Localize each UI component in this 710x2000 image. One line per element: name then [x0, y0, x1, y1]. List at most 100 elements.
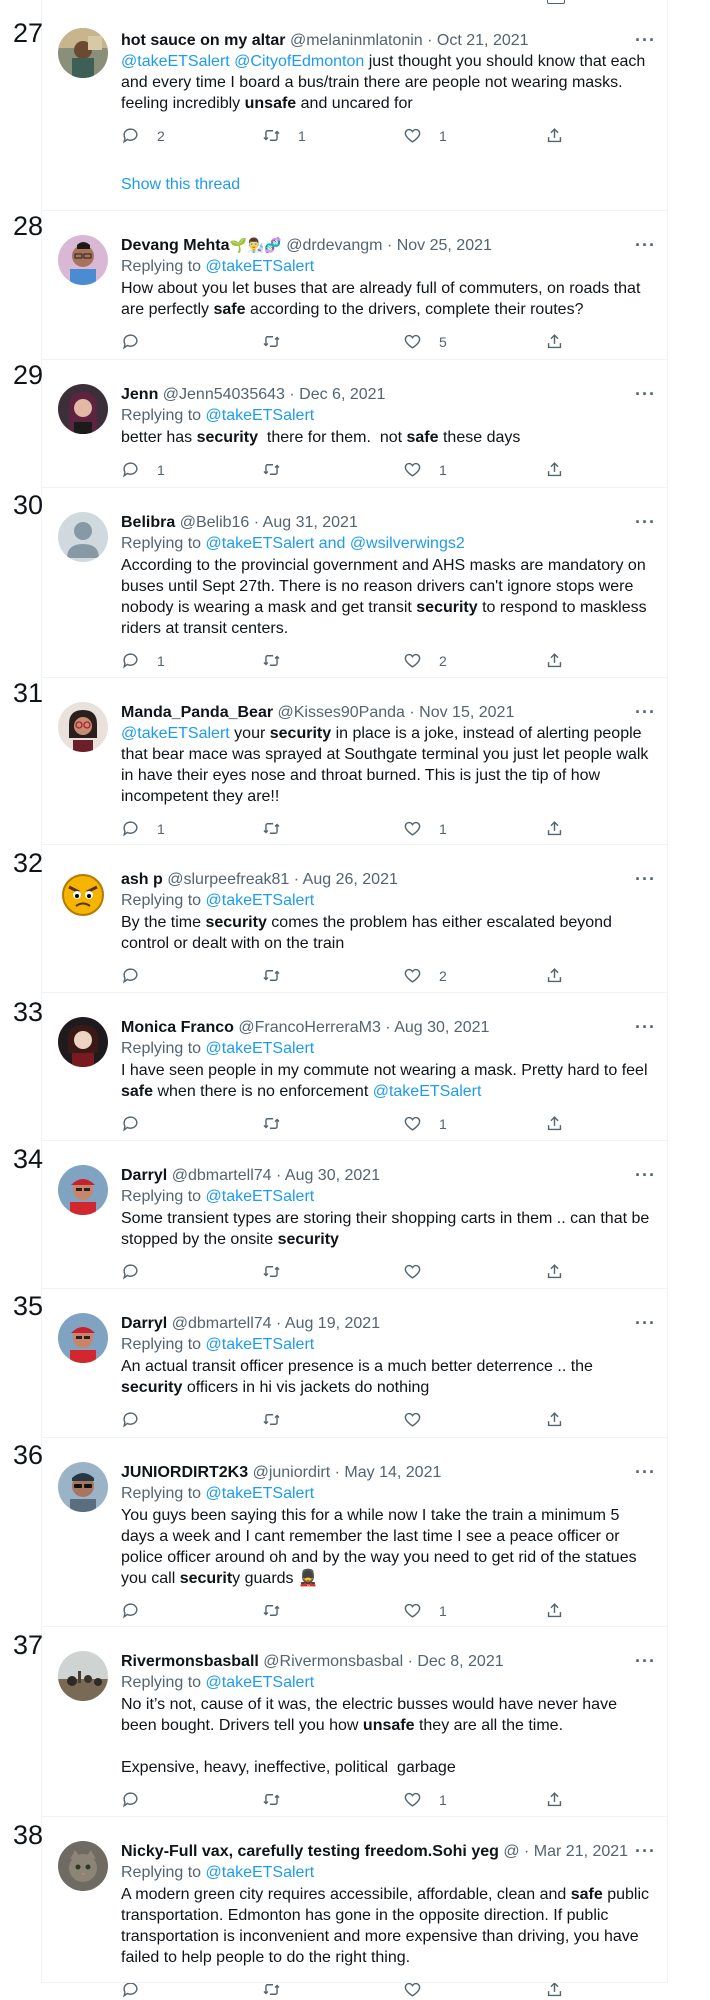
share-button[interactable]: [545, 651, 564, 670]
reply-button[interactable]: [121, 1262, 140, 1281]
tweet-date[interactable]: Aug 31, 2021: [263, 514, 358, 531]
tweet-date[interactable]: Aug 30, 2021: [285, 1167, 380, 1184]
replying-to-mention[interactable]: @takeETSalert: [206, 1040, 315, 1057]
show-thread-link[interactable]: Show this thread: [121, 176, 656, 194]
more-options-icon[interactable]: ···: [635, 1462, 656, 1483]
more-options-icon[interactable]: ···: [635, 1651, 656, 1672]
handle[interactable]: @slurpeefreak81: [163, 871, 289, 888]
display-name[interactable]: Darryl: [121, 1167, 167, 1184]
handle[interactable]: @Kisses90Panda: [273, 704, 405, 721]
retweet-button[interactable]: [262, 1601, 281, 1620]
like-button[interactable]: [403, 1410, 422, 1429]
display-name[interactable]: Belibra: [121, 514, 175, 531]
handle[interactable]: @: [499, 1843, 519, 1860]
more-options-icon[interactable]: ···: [635, 1841, 656, 1862]
avatar[interactable]: [58, 1017, 108, 1067]
handle[interactable]: @juniordirt: [248, 1464, 331, 1481]
display-name[interactable]: Rivermonsbasball: [121, 1653, 259, 1670]
tweet-date[interactable]: Nov 25, 2021: [397, 237, 492, 254]
more-options-icon[interactable]: ···: [635, 869, 656, 890]
like-button[interactable]: 1: [403, 460, 447, 479]
tweet[interactable]: 31 Manda_Panda_Bear @Kisses90Panda · Nov …: [0, 678, 710, 845]
tweet-date[interactable]: Dec 8, 2021: [417, 1653, 503, 1670]
more-options-icon[interactable]: ···: [635, 30, 656, 51]
tweet-date[interactable]: Aug 30, 2021: [394, 1019, 489, 1036]
display-name[interactable]: Devang Mehta: [121, 237, 229, 254]
reply-button[interactable]: [121, 1114, 140, 1133]
share-button[interactable]: [545, 1601, 564, 1620]
avatar[interactable]: [58, 28, 108, 78]
more-options-icon[interactable]: ···: [635, 702, 656, 723]
share-button[interactable]: [545, 1410, 564, 1429]
replying-to-mention[interactable]: @takeETSalert: [206, 407, 315, 424]
tweet-date[interactable]: Aug 19, 2021: [285, 1315, 380, 1332]
tweet[interactable]: 29 Jenn @Jenn54035643 · Dec 6, 2021 ··· Rep…: [0, 360, 710, 488]
handle[interactable]: @dbmartell74: [167, 1315, 272, 1332]
more-options-icon[interactable]: ···: [635, 384, 656, 405]
reply-button[interactable]: 1: [121, 819, 165, 838]
retweet-button[interactable]: [262, 966, 281, 985]
handle[interactable]: @Jenn54035643: [158, 386, 285, 403]
reply-button[interactable]: [121, 332, 140, 351]
avatar[interactable]: [58, 1462, 108, 1512]
handle[interactable]: @Belib16: [175, 514, 250, 531]
retweet-button[interactable]: [262, 1114, 281, 1133]
tweet-date[interactable]: Mar 21, 2021: [534, 1843, 628, 1860]
tweet[interactable]: 34 Darryl @dbmartell74 · Aug 30, 2021 ··· R…: [0, 1141, 710, 1289]
handle[interactable]: @melaninmlatonin: [286, 32, 423, 49]
tweet[interactable]: 28 Devang Mehta 🌱👨‍🔬🧬 @drdevangm · Nov 25…: [0, 211, 710, 360]
replying-to-mention[interactable]: @takeETSalert and @wsilverwings2: [206, 535, 465, 552]
avatar[interactable]: [58, 702, 108, 752]
retweet-button[interactable]: [262, 1262, 281, 1281]
avatar[interactable]: [58, 1165, 108, 1215]
retweet-button[interactable]: [262, 1410, 281, 1429]
reply-button[interactable]: [121, 966, 140, 985]
share-button[interactable]: [545, 332, 564, 351]
like-button[interactable]: [403, 1262, 422, 1281]
replying-to-mention[interactable]: @takeETSalert: [206, 1188, 315, 1205]
replying-to-mention[interactable]: @takeETSalert: [206, 258, 315, 275]
tweet[interactable]: 36 JUNIORDIRT2K3 @juniordirt · May 14, 20…: [0, 1438, 710, 1627]
replying-to-mention[interactable]: @takeETSalert: [206, 1674, 315, 1691]
replying-to-mention[interactable]: @takeETSalert: [206, 892, 315, 909]
replying-to-mention[interactable]: @takeETSalert: [206, 1485, 315, 1502]
tweet-date[interactable]: May 14, 2021: [344, 1464, 441, 1481]
retweet-button[interactable]: [262, 460, 281, 479]
share-button[interactable]: [545, 1114, 564, 1133]
tweet[interactable]: 33 Monica Franco @FrancoHerreraM3 · Aug 3…: [0, 993, 710, 1141]
display-name[interactable]: JUNIORDIRT2K3: [121, 1464, 248, 1481]
retweet-button[interactable]: [262, 651, 281, 670]
more-options-icon[interactable]: ···: [635, 1313, 656, 1334]
more-options-icon[interactable]: ···: [635, 235, 656, 256]
tweet-date[interactable]: Oct 21, 2021: [437, 32, 529, 49]
tweet[interactable]: 32 ash p @slurpeefreak81 · Aug 26, 2021 ··…: [0, 845, 710, 993]
like-button[interactable]: 1: [403, 1114, 447, 1133]
retweet-button[interactable]: 1: [262, 126, 306, 145]
share-button[interactable]: [545, 126, 564, 145]
like-button[interactable]: 2: [403, 651, 447, 670]
tweet-date[interactable]: Nov 15, 2021: [419, 704, 514, 721]
handle[interactable]: @Rivermonsbasbal: [259, 1653, 403, 1670]
share-button[interactable]: [545, 1262, 564, 1281]
avatar[interactable]: [58, 384, 108, 434]
handle[interactable]: @FrancoHerreraM3: [234, 1019, 381, 1036]
handle[interactable]: @drdevangm: [282, 237, 382, 254]
avatar[interactable]: [58, 1841, 108, 1891]
like-button[interactable]: 5: [403, 332, 447, 351]
avatar[interactable]: [58, 1313, 108, 1363]
reply-button[interactable]: [121, 1601, 140, 1620]
reply-button[interactable]: [121, 1410, 140, 1429]
display-name[interactable]: Manda_Panda_Bear: [121, 704, 273, 721]
avatar[interactable]: [58, 1651, 108, 1701]
tweet[interactable]: 38 Nicky-Full vax, carefully testing free…: [0, 1817, 710, 1998]
replying-to-mention[interactable]: @takeETSalert: [206, 1864, 315, 1881]
share-button[interactable]: [545, 460, 564, 479]
reply-button[interactable]: 1: [121, 460, 165, 479]
like-button[interactable]: 1: [403, 1601, 447, 1620]
retweet-button[interactable]: [262, 1790, 281, 1809]
like-button[interactable]: 1: [403, 1790, 447, 1809]
more-options-icon[interactable]: ···: [635, 1017, 656, 1038]
avatar[interactable]: [58, 512, 108, 562]
like-button[interactable]: 1: [403, 126, 447, 145]
share-button[interactable]: [545, 1790, 564, 1809]
